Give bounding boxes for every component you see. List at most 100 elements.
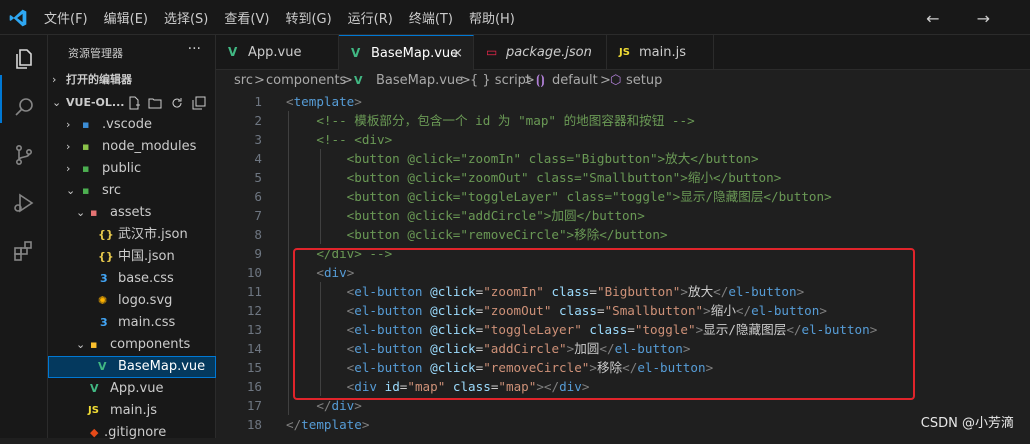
code-token: div [559,379,582,394]
tree-item-app-vue[interactable]: V App.vue [48,378,216,400]
code-token: < [286,94,294,109]
vue-icon: V [354,74,363,87]
tab-app-vue[interactable]: V App.vue [216,35,339,70]
breadcrumb-setup[interactable]: setup [626,70,662,92]
code-token: > [703,303,711,318]
code-token: <!-- <div> [286,132,393,147]
svg-icon: ✺ [98,294,108,307]
code-token: class [551,284,590,299]
line-number: 16 [246,379,262,394]
line-number: 11 [246,284,262,299]
close-icon[interactable]: × [452,36,463,71]
code-line: </div> --> [286,244,392,263]
code-line: <el-button @click="addCircle">加圆</el-but… [286,339,691,358]
code-token: <button @click="zoomOut" class="Smallbut… [286,170,782,185]
menu-file[interactable]: 文件(F) [44,8,88,27]
code-line: <el-button @click="toggleLayer" class="t… [286,320,878,339]
breadcrumb-file[interactable]: BaseMap.vue [376,70,463,92]
code-token: </ [622,360,638,375]
watermark: CSDN @小芳滴 [920,416,1014,431]
refresh-icon[interactable] [170,96,184,110]
search-icon[interactable] [12,95,36,119]
nav-arrows[interactable]: ← → [926,9,1006,28]
vue-icon: V [90,382,99,395]
tree-item-assets[interactable]: ⌄ ▪ assets [48,202,216,224]
code-token: "map" [407,379,446,394]
explorer-sidebar: 资源管理器 ··· › 打开的编辑器 ⌄ VUE-OL... › ▪ .vsco… [48,35,216,440]
tree-item-src[interactable]: ⌄ ▪ src [48,180,216,202]
tree-item-components[interactable]: ⌄ ▪ components [48,334,216,356]
code-token: el-button [751,303,820,318]
tree-item-gitignore[interactable]: ◆ .gitignore [48,422,216,444]
tab-main-js[interactable]: JS main.js [607,35,714,70]
open-editors-section[interactable]: › 打开的编辑器 [48,69,216,91]
menu-view[interactable]: 查看(V) [224,8,269,27]
more-actions-button[interactable]: ··· [188,41,201,57]
line-number: 15 [246,360,262,375]
explorer-icon[interactable] [12,47,36,71]
tree-item-node-modules[interactable]: › ▪ node_modules [48,136,216,158]
code-token: > [346,265,355,280]
extensions-icon[interactable] [12,239,36,263]
collapse-all-icon[interactable] [192,96,206,110]
breadcrumb-script[interactable]: { } script [470,70,531,92]
breadcrumb-src[interactable]: src [234,70,253,92]
css-icon: 3 [100,272,108,285]
code-token: > [705,360,714,375]
tree-item-main-css[interactable]: 3 main.css [48,312,216,334]
new-file-icon[interactable] [127,96,141,110]
new-folder-icon[interactable] [148,96,162,110]
code-token: > [361,417,370,432]
code-token: id [384,379,400,394]
tree-item-wuhan-json[interactable]: {} 武汉市.json [48,224,216,246]
menu-go[interactable]: 转到(G) [285,8,331,27]
menu-terminal[interactable]: 终端(T) [409,8,453,27]
tab-basemap-vue[interactable]: V BaseMap.vue × [339,35,474,70]
code-token: div [323,265,347,280]
folder-open-icon: ▪ [90,206,98,219]
breadcrumb-separator: > [342,73,353,88]
menu-edit[interactable]: 编辑(E) [104,8,148,27]
tree-item-public[interactable]: › ▪ public [48,158,216,180]
vue-icon: V [98,360,107,373]
code-token: @click [430,284,476,299]
tree-item-label: base.css [118,271,174,286]
js-icon: JS [619,47,630,58]
code-line: <!-- <div> [286,130,392,149]
project-section[interactable]: ⌄ VUE-OL... [48,92,216,114]
code-token: el-button [728,284,797,299]
tree-item-china-json[interactable]: {} 中国.json [48,246,216,268]
tree-item-logo-svg[interactable]: ✺ logo.svg [48,290,216,312]
code-token: el-button [801,322,870,337]
code-token: </ [735,303,752,318]
tree-item-vscode[interactable]: › ▪ .vscode [48,114,216,136]
tree-item-base-css[interactable]: 3 base.css [48,268,216,290]
code-token: div [331,398,355,413]
menu-selection[interactable]: 选择(S) [164,8,208,27]
tree-item-main-js[interactable]: JS main.js [48,400,216,422]
code-token: </ [599,341,615,356]
breadcrumb-components[interactable]: components [266,70,346,92]
code-editor[interactable]: 1 2 3 4 5 6 7 8 9 10 11 12 13 14 15 16 17 18 <template> <!… [216,92,1030,438]
tab-package-json[interactable]: ▭ package.json [474,35,607,70]
tree-item-basemap-vue[interactable]: V BaseMap.vue [48,356,216,378]
tree-item-label: 中国.json [118,249,175,264]
menu-run[interactable]: 运行(R) [348,8,393,27]
code-line: <button @click="zoomIn" class="Bigbutton… [286,149,759,168]
menu-help[interactable]: 帮助(H) [469,8,515,27]
line-number: 13 [246,322,262,337]
run-debug-icon[interactable] [12,191,36,215]
line-number: 14 [246,341,262,356]
tree-item-label: 武汉市.json [118,227,188,242]
source-control-icon[interactable] [12,143,36,167]
breadcrumb-default[interactable]: default [552,70,598,92]
code-token: </ [316,398,332,413]
breadcrumb-separator: > [524,73,535,88]
